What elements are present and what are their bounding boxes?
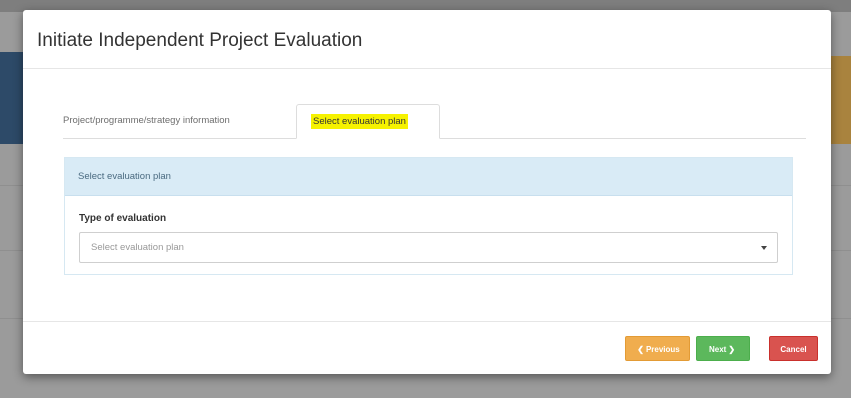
tab-select-evaluation-plan[interactable]: Select evaluation plan — [296, 104, 440, 139]
next-button-label: Next — [708, 345, 727, 354]
next-button[interactable]: Next ❯ — [696, 336, 750, 361]
tab-project-information[interactable]: Project/programme/strategy information — [63, 104, 295, 138]
panel-heading: Select evaluation plan — [65, 158, 792, 196]
tab-label: Select evaluation plan — [311, 114, 408, 129]
background-orange-panel — [828, 56, 851, 144]
previous-button[interactable]: ❮ Previous — [625, 336, 690, 361]
modal-tabs: Project/programme/strategy information S… — [63, 104, 806, 139]
select-placeholder: Select evaluation plan — [91, 242, 184, 253]
modal-title: Initiate Independent Project Evaluation — [37, 30, 363, 51]
cancel-button[interactable]: Cancel — [769, 336, 818, 361]
circle-arrow-left-icon: ❮ — [637, 345, 644, 354]
panel-heading-text: Select evaluation plan — [78, 171, 171, 182]
evaluation-plan-select[interactable]: Select evaluation plan — [79, 232, 778, 263]
type-of-evaluation-label: Type of evaluation — [79, 213, 167, 224]
modal-footer-divider — [23, 321, 831, 322]
modal-header: Initiate Independent Project Evaluation — [23, 10, 831, 69]
tab-label: Project/programme/strategy information — [63, 115, 230, 126]
circle-arrow-right-icon: ❯ — [728, 345, 736, 354]
evaluation-plan-panel: Select evaluation plan Type of evaluatio… — [64, 157, 793, 275]
cancel-button-label: Cancel — [780, 345, 807, 354]
evaluation-modal: Initiate Independent Project Evaluation … — [23, 10, 831, 374]
caret-down-icon — [761, 246, 767, 250]
previous-button-label: Previous — [645, 345, 680, 354]
